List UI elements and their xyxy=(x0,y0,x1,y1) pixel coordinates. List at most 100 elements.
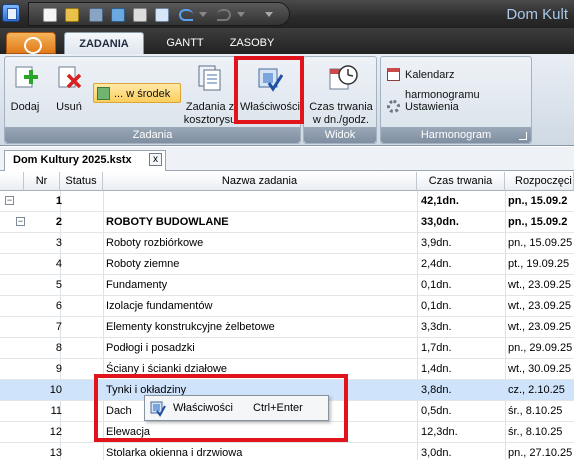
table-row[interactable]: 6 Izolacje fundamentów 0,1dn. wt., 23.09.25 xyxy=(0,296,574,317)
table-row[interactable]: 7 Elementy konstrukcyjne żelbetowe 3,3dn. w… xyxy=(0,317,574,338)
add-task-button[interactable]: Dodaj xyxy=(7,59,43,127)
duration-units-label-1: Czas trwania xyxy=(309,101,373,113)
table-row[interactable]: 12 Elewacja 12,3dn. śr., 8.10.25 xyxy=(0,422,574,443)
task-duration: 0,1dn. xyxy=(421,300,452,312)
task-duration: 3,9dn. xyxy=(421,237,452,249)
app-menu-icon[interactable] xyxy=(2,4,20,22)
undo-dropdown-icon[interactable] xyxy=(199,12,207,17)
row-number: 2 xyxy=(55,216,62,228)
task-duration: 3,8dn. xyxy=(421,384,452,396)
row-number: 10 xyxy=(49,384,62,396)
properties-icon xyxy=(257,67,284,93)
group-zadania: Dodaj Usuń ... w środek Zadania z koszto… xyxy=(4,56,301,144)
ribbon: Dodaj Usuń ... w środek Zadania z koszto… xyxy=(0,54,574,146)
properties-icon xyxy=(150,401,166,417)
insert-middle-button[interactable]: ... w środek xyxy=(93,83,181,103)
settings-button[interactable]: Ustawienia xyxy=(387,97,529,117)
tasks-from-estimate-label-1: Zadania z xyxy=(185,101,235,113)
context-menu: Właściwości Ctrl+Enter xyxy=(144,395,329,421)
duration-units-label-2: w dn./godz. xyxy=(312,114,370,126)
row-number: 1 xyxy=(55,195,62,207)
task-duration: 0,5dn. xyxy=(421,405,452,417)
table-row[interactable]: 3 Roboty rozbiórkowe 3,9dn. pn., 15.09.25 xyxy=(0,233,574,254)
row-number: 9 xyxy=(55,363,62,375)
task-start: pt., 19.09.25 xyxy=(508,258,570,270)
table-row[interactable]: 13 Stolarka okienna i drzwiowa 3,0dn. pn., … xyxy=(0,443,574,460)
tab-gantt[interactable]: GANTT xyxy=(158,32,212,54)
table-row[interactable]: 4 Roboty ziemne 2,4dn. pt., 19.09.25 xyxy=(0,254,574,275)
row-number: 12 xyxy=(49,426,62,438)
row-number: 13 xyxy=(49,447,62,459)
print-icon[interactable] xyxy=(133,8,147,22)
row-number: 6 xyxy=(55,300,62,312)
redo-dropdown-icon[interactable] xyxy=(237,12,245,17)
collapse-icon[interactable]: − xyxy=(16,217,25,226)
insert-middle-label: ... w środek xyxy=(114,88,171,100)
task-start: wt., 23.09.25 xyxy=(508,279,571,291)
column-header-name[interactable]: Nazwa zadania xyxy=(103,172,417,191)
task-duration: 42,1dn. xyxy=(421,195,459,207)
task-name: Fundamenty xyxy=(106,279,168,291)
save-icon[interactable] xyxy=(89,8,103,22)
task-start: pn., 15.09.25 xyxy=(508,237,573,249)
column-header-start[interactable]: Rozpoczęci xyxy=(505,172,574,191)
task-duration: 1,7dn. xyxy=(421,342,452,354)
task-start: pn., 29.09.25 xyxy=(508,342,573,354)
calendar-icon xyxy=(387,68,400,81)
copy-icon[interactable] xyxy=(155,8,169,22)
row-number: 8 xyxy=(55,342,62,354)
task-name: Roboty rozbiórkowe xyxy=(106,237,204,249)
table-row[interactable]: − 1 42,1dn. pn., 15.09.2 xyxy=(0,191,574,212)
undo-icon[interactable] xyxy=(179,9,193,21)
tab-zasoby[interactable]: ZASOBY xyxy=(224,32,280,54)
column-header-tree xyxy=(0,172,24,191)
task-start: pn., 15.09.2 xyxy=(508,195,568,207)
table-row[interactable]: − 2 ROBOTY BUDOWLANE 33,0dn. pn., 15.09.2 xyxy=(0,212,574,233)
row-number: 5 xyxy=(55,279,62,291)
column-header-nr[interactable]: Nr xyxy=(24,172,60,191)
clock-calendar-icon xyxy=(328,63,358,93)
document-tab[interactable]: Dom Kultury 2025.kstx x xyxy=(4,150,166,171)
tab-zadania[interactable]: ZADANIA xyxy=(64,32,144,54)
column-header-duration[interactable]: Czas trwania xyxy=(417,172,505,191)
task-duration: 2,4dn. xyxy=(421,258,452,270)
task-name: Elewacja xyxy=(106,426,151,438)
new-file-icon[interactable] xyxy=(43,8,57,22)
task-start: cz., 2.10.25 xyxy=(508,384,565,396)
delete-task-button[interactable]: Usuń xyxy=(51,59,87,127)
task-start: śr., 8.10.25 xyxy=(508,405,563,417)
customize-qat-icon[interactable] xyxy=(265,12,273,17)
schedule-calendar-button[interactable]: Kalendarz harmonogramu xyxy=(387,65,529,101)
task-start: śr., 8.10.25 xyxy=(508,426,563,438)
task-duration: 0,1dn. xyxy=(421,279,452,291)
column-header-status[interactable]: Status xyxy=(60,172,103,191)
tasks-from-estimate-button[interactable]: Zadania z kosztorysu xyxy=(181,59,239,127)
context-menu-properties-label: Właściwości xyxy=(173,402,233,414)
estimate-document-icon xyxy=(197,65,223,91)
delete-icon xyxy=(56,65,82,91)
close-tab-icon[interactable]: x xyxy=(149,153,162,166)
table-row[interactable]: 8 Podłogi i posadzki 1,7dn. pn., 29.09.25 xyxy=(0,338,574,359)
properties-label: Właściwości xyxy=(240,101,300,113)
table-row[interactable]: 9 Ściany i ścianki działowe 1,4dn. wt., 30.… xyxy=(0,359,574,380)
task-name: Elementy konstrukcyjne żelbetowe xyxy=(106,321,275,333)
row-number: 4 xyxy=(55,258,62,270)
task-name xyxy=(106,191,412,212)
collapse-icon[interactable]: − xyxy=(5,196,14,205)
redo-icon[interactable] xyxy=(217,9,231,21)
save-check-icon[interactable] xyxy=(111,8,125,22)
tasks-from-estimate-label-2: kosztorysu xyxy=(183,114,237,126)
dialog-launcher-icon[interactable] xyxy=(519,132,527,140)
window-title: Dom Kult xyxy=(506,6,568,23)
duration-units-button[interactable]: Czas trwania w dn./godz. xyxy=(306,59,376,127)
open-folder-icon[interactable] xyxy=(65,8,79,22)
task-start: wt., 23.09.25 xyxy=(508,300,571,312)
document-tab-title: Dom Kultury 2025.kstx xyxy=(13,154,132,166)
context-menu-item-properties[interactable]: Właściwości Ctrl+Enter xyxy=(145,396,328,420)
delete-task-label: Usuń xyxy=(56,101,82,113)
properties-button[interactable]: Właściwości xyxy=(240,59,300,123)
group-harmonogram-label: Harmonogram xyxy=(381,127,531,143)
task-duration: 1,4dn. xyxy=(421,363,452,375)
app-tab-clock-icon[interactable] xyxy=(6,32,56,54)
table-row[interactable]: 5 Fundamenty 0,1dn. wt., 23.09.25 xyxy=(0,275,574,296)
